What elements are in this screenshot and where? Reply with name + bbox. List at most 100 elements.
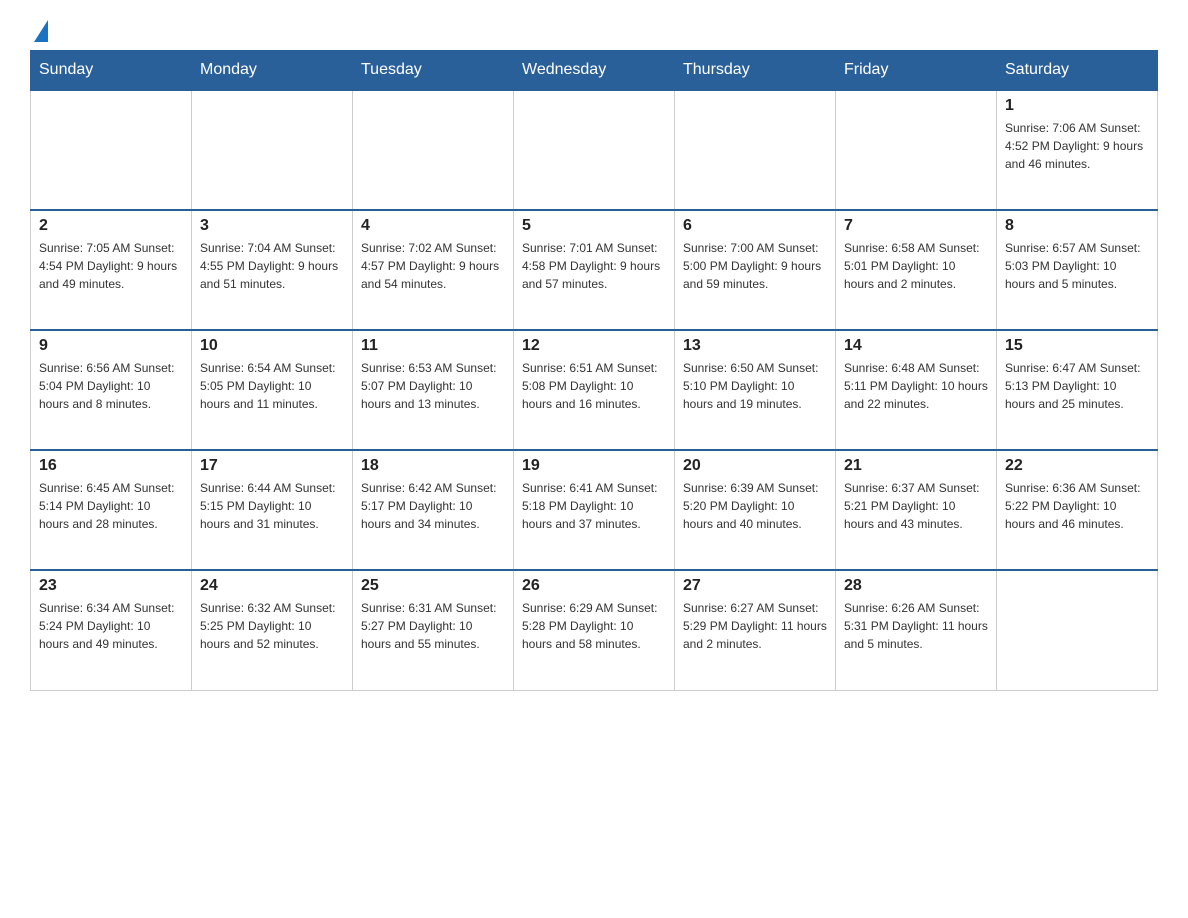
calendar-cell: 21Sunrise: 6:37 AM Sunset: 5:21 PM Dayli…	[836, 450, 997, 570]
day-number: 8	[1005, 217, 1149, 235]
day-number: 22	[1005, 457, 1149, 475]
header-monday: Monday	[192, 51, 353, 91]
day-info: Sunrise: 6:41 AM Sunset: 5:18 PM Dayligh…	[522, 479, 666, 533]
day-number: 17	[200, 457, 344, 475]
calendar-cell: 19 Sunrise: 6:41 AM Sunset: 5:18 PM Dayli…	[514, 450, 675, 570]
header-friday: Friday	[836, 51, 997, 91]
day-number: 12	[522, 337, 666, 355]
day-info: Sunrise: 6:53 AM Sunset: 5:07 PM Dayligh…	[361, 359, 505, 413]
day-number: 20	[683, 457, 827, 475]
day-number: 6	[683, 217, 827, 235]
day-info: Sunrise: 6:39 AM Sunset: 5:20 PM Dayligh…	[683, 479, 827, 533]
calendar-cell: 14 Sunrise: 6:48 AM Sunset: 5:11 PM Dayli…	[836, 330, 997, 450]
day-number: 15	[1005, 337, 1149, 355]
calendar-cell: 25 Sunrise: 6:31 AM Sunset: 5:27 PM Dayli…	[353, 570, 514, 690]
calendar-cell: 8 Sunrise: 6:57 AM Sunset: 5:03 PM Daylig…	[997, 210, 1158, 330]
calendar-cell: 6 Sunrise: 7:00 AM Sunset: 5:00 PM Daylig…	[675, 210, 836, 330]
week-row-3: 9Sunrise: 6:56 AM Sunset: 5:04 PM Daylig…	[31, 330, 1158, 450]
calendar-table: SundayMondayTuesdayWednesdayThursdayFrid…	[30, 50, 1158, 691]
week-row-2: 2 Sunrise: 7:05 AM Sunset: 4:54 PM Daylig…	[31, 210, 1158, 330]
day-info: Sunrise: 6:26 AM Sunset: 5:31 PM Dayligh…	[844, 599, 988, 653]
day-info: Sunrise: 7:05 AM Sunset: 4:54 PM Dayligh…	[39, 239, 183, 293]
day-number: 25	[361, 577, 505, 595]
day-number: 13	[683, 337, 827, 355]
day-number: 24	[200, 577, 344, 595]
calendar-cell: 17 Sunrise: 6:44 AM Sunset: 5:15 PM Dayli…	[192, 450, 353, 570]
day-info: Sunrise: 6:48 AM Sunset: 5:11 PM Dayligh…	[844, 359, 988, 413]
day-number: 11	[361, 337, 505, 355]
calendar-cell: 20 Sunrise: 6:39 AM Sunset: 5:20 PM Dayli…	[675, 450, 836, 570]
day-info: Sunrise: 6:36 AM Sunset: 5:22 PM Dayligh…	[1005, 479, 1149, 533]
calendar-cell: 15 Sunrise: 6:47 AM Sunset: 5:13 PM Dayli…	[997, 330, 1158, 450]
calendar-cell: 24 Sunrise: 6:32 AM Sunset: 5:25 PM Dayli…	[192, 570, 353, 690]
header-saturday: Saturday	[997, 51, 1158, 91]
day-number: 18	[361, 457, 505, 475]
day-info: Sunrise: 6:34 AM Sunset: 5:24 PM Dayligh…	[39, 599, 183, 653]
day-info: Sunrise: 7:00 AM Sunset: 5:00 PM Dayligh…	[683, 239, 827, 293]
day-number: 26	[522, 577, 666, 595]
calendar-cell	[31, 90, 192, 210]
calendar-cell: 10 Sunrise: 6:54 AM Sunset: 5:05 PM Dayli…	[192, 330, 353, 450]
day-number: 21	[844, 457, 988, 475]
calendar-cell: 18 Sunrise: 6:42 AM Sunset: 5:17 PM Dayli…	[353, 450, 514, 570]
day-info: Sunrise: 6:47 AM Sunset: 5:13 PM Dayligh…	[1005, 359, 1149, 413]
day-info: Sunrise: 6:32 AM Sunset: 5:25 PM Dayligh…	[200, 599, 344, 653]
day-info: Sunrise: 7:02 AM Sunset: 4:57 PM Dayligh…	[361, 239, 505, 293]
calendar-cell: 27Sunrise: 6:27 AM Sunset: 5:29 PM Dayli…	[675, 570, 836, 690]
week-row-5: 23 Sunrise: 6:34 AM Sunset: 5:24 PM Dayli…	[31, 570, 1158, 690]
day-info: Sunrise: 7:06 AM Sunset: 4:52 PM Dayligh…	[1005, 119, 1149, 173]
calendar-cell: 12 Sunrise: 6:51 AM Sunset: 5:08 PM Dayli…	[514, 330, 675, 450]
day-number: 1	[1005, 97, 1149, 115]
calendar-cell	[514, 90, 675, 210]
day-info: Sunrise: 6:31 AM Sunset: 5:27 PM Dayligh…	[361, 599, 505, 653]
calendar-cell: 26 Sunrise: 6:29 AM Sunset: 5:28 PM Dayli…	[514, 570, 675, 690]
calendar-body: 1 Sunrise: 7:06 AM Sunset: 4:52 PM Daylig…	[31, 90, 1158, 690]
day-number: 19	[522, 457, 666, 475]
day-number: 4	[361, 217, 505, 235]
week-row-1: 1 Sunrise: 7:06 AM Sunset: 4:52 PM Daylig…	[31, 90, 1158, 210]
calendar-cell: 1 Sunrise: 7:06 AM Sunset: 4:52 PM Daylig…	[997, 90, 1158, 210]
calendar-cell: 22 Sunrise: 6:36 AM Sunset: 5:22 PM Dayli…	[997, 450, 1158, 570]
week-row-4: 16Sunrise: 6:45 AM Sunset: 5:14 PM Dayli…	[31, 450, 1158, 570]
day-info: Sunrise: 7:01 AM Sunset: 4:58 PM Dayligh…	[522, 239, 666, 293]
calendar-cell: 9Sunrise: 6:56 AM Sunset: 5:04 PM Daylig…	[31, 330, 192, 450]
calendar-cell: 5 Sunrise: 7:01 AM Sunset: 4:58 PM Daylig…	[514, 210, 675, 330]
calendar-cell	[836, 90, 997, 210]
calendar-cell	[997, 570, 1158, 690]
day-info: Sunrise: 6:51 AM Sunset: 5:08 PM Dayligh…	[522, 359, 666, 413]
day-number: 2	[39, 217, 183, 235]
calendar-cell: 2 Sunrise: 7:05 AM Sunset: 4:54 PM Daylig…	[31, 210, 192, 330]
calendar-cell: 28Sunrise: 6:26 AM Sunset: 5:31 PM Dayli…	[836, 570, 997, 690]
day-info: Sunrise: 7:04 AM Sunset: 4:55 PM Dayligh…	[200, 239, 344, 293]
day-number: 10	[200, 337, 344, 355]
day-number: 14	[844, 337, 988, 355]
day-info: Sunrise: 6:56 AM Sunset: 5:04 PM Dayligh…	[39, 359, 183, 413]
calendar-cell	[192, 90, 353, 210]
day-info: Sunrise: 6:27 AM Sunset: 5:29 PM Dayligh…	[683, 599, 827, 653]
header-wednesday: Wednesday	[514, 51, 675, 91]
header-sunday: Sunday	[31, 51, 192, 91]
day-number: 5	[522, 217, 666, 235]
day-info: Sunrise: 6:42 AM Sunset: 5:17 PM Dayligh…	[361, 479, 505, 533]
day-number: 3	[200, 217, 344, 235]
calendar-cell: 3 Sunrise: 7:04 AM Sunset: 4:55 PM Daylig…	[192, 210, 353, 330]
calendar-header: SundayMondayTuesdayWednesdayThursdayFrid…	[31, 51, 1158, 91]
calendar-cell	[675, 90, 836, 210]
day-number: 16	[39, 457, 183, 475]
day-info: Sunrise: 6:57 AM Sunset: 5:03 PM Dayligh…	[1005, 239, 1149, 293]
header-thursday: Thursday	[675, 51, 836, 91]
calendar-cell: 7 Sunrise: 6:58 AM Sunset: 5:01 PM Daylig…	[836, 210, 997, 330]
calendar-cell: 11 Sunrise: 6:53 AM Sunset: 5:07 PM Dayli…	[353, 330, 514, 450]
page-header	[30, 20, 1158, 40]
day-info: Sunrise: 6:29 AM Sunset: 5:28 PM Dayligh…	[522, 599, 666, 653]
header-tuesday: Tuesday	[353, 51, 514, 91]
logo	[30, 20, 48, 40]
day-info: Sunrise: 6:44 AM Sunset: 5:15 PM Dayligh…	[200, 479, 344, 533]
day-info: Sunrise: 6:58 AM Sunset: 5:01 PM Dayligh…	[844, 239, 988, 293]
day-number: 23	[39, 577, 183, 595]
calendar-cell: 4 Sunrise: 7:02 AM Sunset: 4:57 PM Daylig…	[353, 210, 514, 330]
calendar-cell: 23 Sunrise: 6:34 AM Sunset: 5:24 PM Dayli…	[31, 570, 192, 690]
calendar-cell	[353, 90, 514, 210]
day-number: 7	[844, 217, 988, 235]
day-info: Sunrise: 6:54 AM Sunset: 5:05 PM Dayligh…	[200, 359, 344, 413]
